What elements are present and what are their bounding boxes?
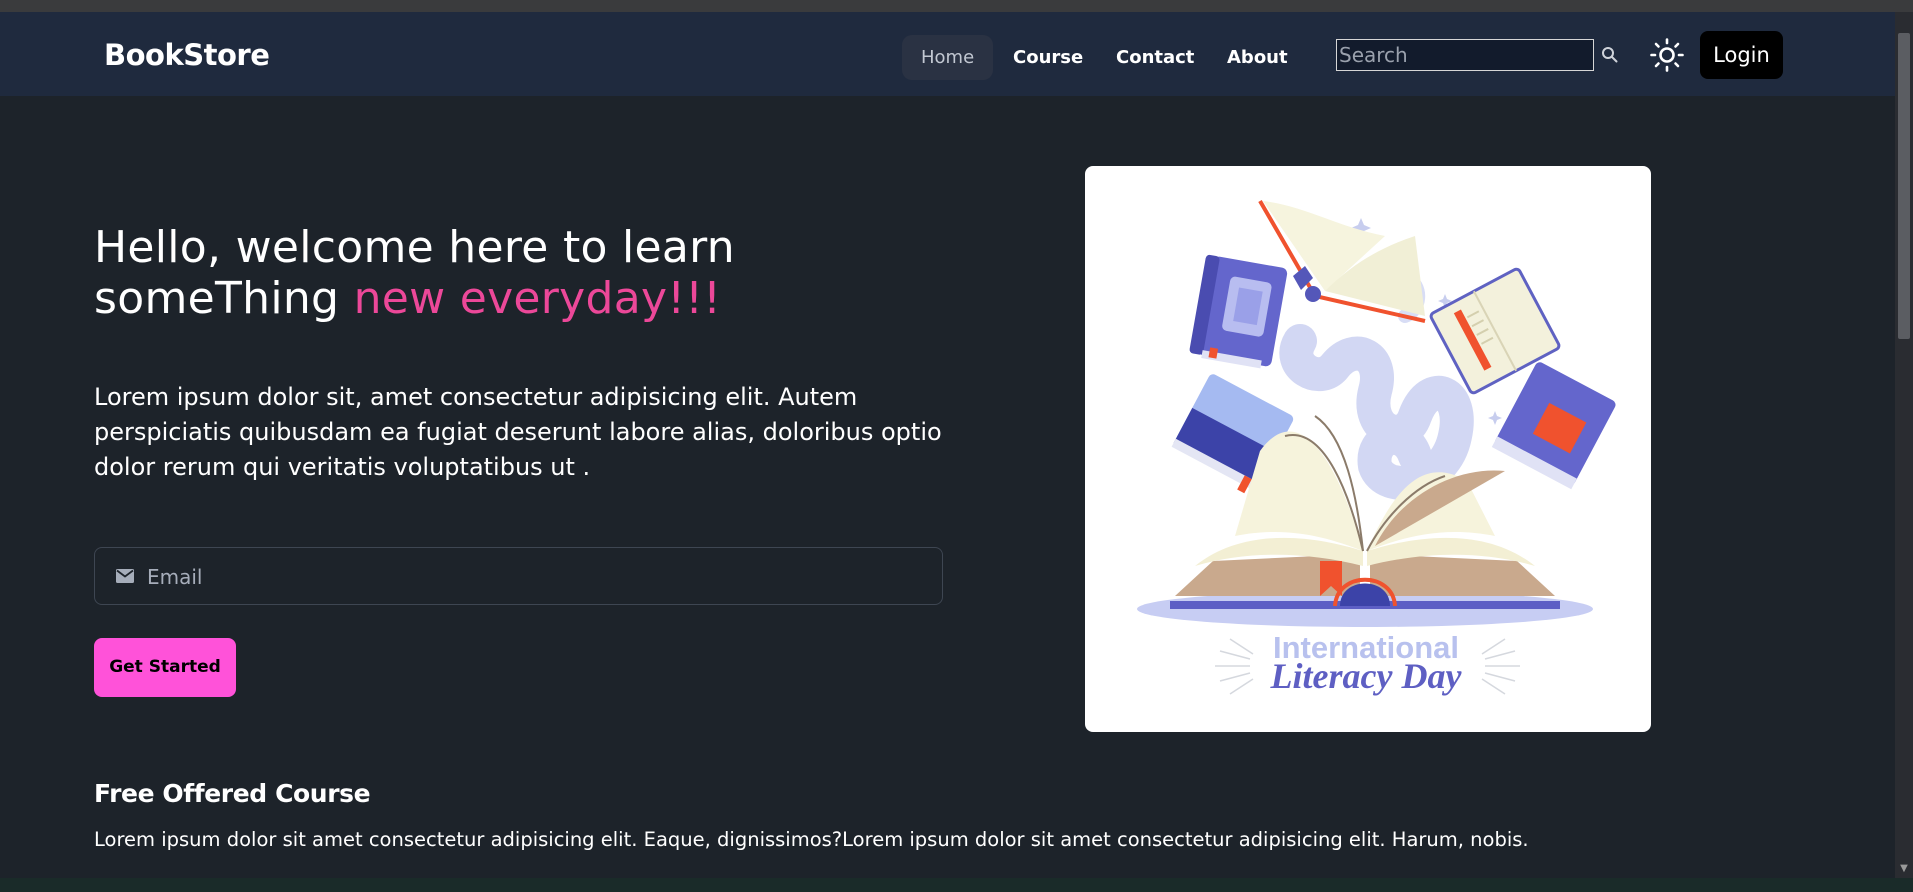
scroll-down-arrow-icon[interactable]: ▼ bbox=[1895, 862, 1913, 876]
search-icon[interactable] bbox=[1600, 45, 1620, 65]
nav-course[interactable]: Course bbox=[994, 35, 1102, 80]
page-scrollbar[interactable]: ▼ bbox=[1895, 12, 1913, 878]
nav-contact[interactable]: Contact bbox=[1097, 35, 1213, 80]
nav-about[interactable]: About bbox=[1208, 35, 1307, 80]
get-started-button[interactable]: Get Started bbox=[94, 638, 236, 697]
hero-title: Hello, welcome here to learn someThing n… bbox=[94, 222, 974, 324]
hero-title-accent: new everyday!!! bbox=[353, 273, 722, 324]
mail-icon bbox=[116, 569, 134, 583]
search-input[interactable] bbox=[1336, 39, 1594, 71]
scrollbar-thumb[interactable] bbox=[1898, 33, 1910, 339]
hero-description: Lorem ipsum dolor sit, amet consectetur … bbox=[94, 383, 942, 481]
sun-theme-toggle-icon[interactable] bbox=[1649, 37, 1685, 73]
email-field[interactable] bbox=[94, 547, 943, 606]
email-input[interactable] bbox=[145, 548, 929, 606]
hero-illustration: International Literacy Day bbox=[1085, 166, 1651, 732]
brand-logo[interactable]: BookStore bbox=[104, 38, 270, 72]
illustration-title-line2: Literacy Day bbox=[1270, 656, 1463, 696]
section-description: Lorem ipsum dolor sit amet consectetur a… bbox=[94, 828, 1529, 851]
literacy-day-illustration: International Literacy Day bbox=[1137, 199, 1616, 696]
login-button[interactable]: Login bbox=[1700, 31, 1783, 79]
browser-top-strip bbox=[0, 0, 1913, 12]
section-title: Free Offered Course bbox=[94, 779, 371, 808]
navbar: BookStore Home Course Contact About Logi… bbox=[0, 12, 1895, 96]
nav-home[interactable]: Home bbox=[902, 35, 994, 80]
taskbar-strip bbox=[0, 878, 1913, 892]
